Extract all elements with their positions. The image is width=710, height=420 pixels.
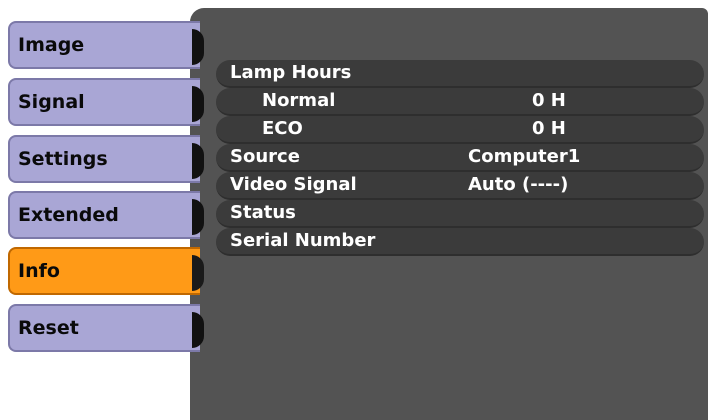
menu-item-extended[interactable]: Extended — [8, 191, 204, 239]
main-menu: Image Signal Settings Extended Info Rese… — [0, 0, 210, 420]
menu-item-reset[interactable]: Reset — [8, 304, 204, 352]
source-label: Source — [230, 146, 300, 167]
menu-item-signal[interactable]: Signal — [8, 78, 204, 126]
lamp-hours-label: Lamp Hours — [230, 62, 352, 83]
info-list: Lamp Hours Normal 0 H ECO 0 H Source Com… — [216, 60, 704, 256]
normal-label: Normal — [262, 90, 336, 111]
source-value: Computer1 — [468, 146, 581, 167]
status-label: Status — [230, 202, 296, 223]
info-row-video-signal: Video Signal Auto (----) — [216, 172, 704, 200]
info-row-normal: Normal 0 H — [216, 88, 704, 116]
menu-item-label: Signal — [18, 91, 85, 113]
eco-label: ECO — [262, 118, 303, 139]
info-row-serial-number: Serial Number — [216, 228, 704, 256]
info-row-status: Status — [216, 200, 704, 228]
info-row-eco: ECO 0 H — [216, 116, 704, 144]
video-signal-label: Video Signal — [230, 174, 357, 195]
serial-number-label: Serial Number — [230, 230, 376, 251]
menu-item-image[interactable]: Image — [8, 21, 204, 69]
menu-item-label: Image — [18, 34, 85, 56]
menu-item-settings[interactable]: Settings — [8, 135, 204, 183]
eco-value: 0 H — [532, 118, 566, 139]
menu-item-label: Extended — [18, 204, 119, 226]
menu-item-info[interactable]: Info — [8, 247, 204, 295]
info-row-lamp-hours: Lamp Hours — [216, 60, 704, 88]
menu-item-label: Settings — [18, 148, 108, 170]
info-row-source: Source Computer1 — [216, 144, 704, 172]
normal-value: 0 H — [532, 90, 566, 111]
projector-menu-screen: Image Signal Settings Extended Info Rese… — [0, 0, 710, 420]
menu-item-label: Info — [18, 260, 60, 282]
video-signal-value: Auto (----) — [468, 174, 569, 195]
menu-item-label: Reset — [18, 317, 79, 339]
